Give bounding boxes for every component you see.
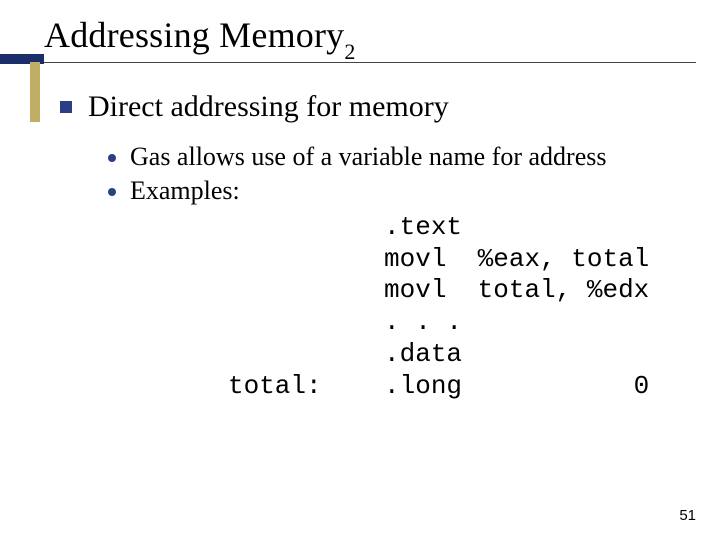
dot-bullet-icon [108, 188, 116, 196]
dot-bullet-icon [108, 154, 116, 162]
slide: Addressing Memory2 Direct addressing for… [0, 0, 720, 540]
level2-text-b: Examples: [130, 176, 240, 206]
title-subscript: 2 [344, 39, 355, 64]
level2-text-a: Gas allows use of a variable name for ad… [130, 142, 607, 172]
code-block: .text movl %eax, total movl total, %edx … [228, 212, 690, 402]
bullet-level2: Gas allows use of a variable name for ad… [108, 142, 690, 172]
square-bullet-icon [60, 101, 72, 113]
bullet-level1: Direct addressing for memory [60, 90, 690, 124]
page-number: 51 [679, 507, 696, 524]
corner-ornament-vertical [30, 62, 40, 122]
bullet-level2: Examples: [108, 176, 690, 206]
slide-title: Addressing Memory2 [44, 14, 700, 61]
slide-body: Direct addressing for memory Gas allows … [60, 90, 690, 402]
title-text: Addressing Memory [44, 15, 344, 55]
level2-block: Gas allows use of a variable name for ad… [108, 142, 690, 402]
level1-text: Direct addressing for memory [88, 90, 449, 124]
title-underline [44, 62, 696, 63]
